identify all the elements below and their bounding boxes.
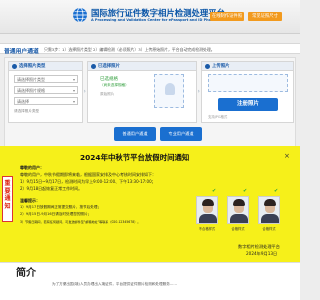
important-notice-tag[interactable]: 重要通知 <box>2 176 13 222</box>
intro-text: 为了方便出国(境)人员办理出入境证件，平台提供证件照片检测和处理服务…… <box>52 282 177 286</box>
channel-notice-bar: 普通用户通道 只需3步：1）选择照片类型 2）编辑检测（必须照片）3）上传原始照… <box>0 43 300 55</box>
notice-line: 尊敬的用户，中秋节假期即将来临，根据国家安排及中心考核时间安排如下： <box>20 172 156 177</box>
upload-header: 上传照片 <box>202 62 293 71</box>
photo-preview-frame <box>154 74 184 108</box>
shoulders-shape <box>199 214 217 223</box>
photo-sizes-button[interactable]: 常见证照尺寸 <box>248 12 282 21</box>
select-type-panel: 选择照片类型 请选择照片类型 请选择照片规格 请选择 请选择照片类型 <box>8 61 83 123</box>
notice-line: 2）9月15日-9月16日请及时处理您的照片； <box>20 212 92 216</box>
photo-type-select[interactable]: 请选择照片类型 <box>14 75 78 83</box>
hair-shape <box>202 199 214 206</box>
preview-panel: 已选择照片 已选规格 （尚未选择规格） 原始照片 <box>87 61 197 123</box>
select-type-header: 选择照片类型 <box>9 62 82 71</box>
person-placeholder-icon <box>165 83 175 95</box>
selected-spec-label: 已选规格 <box>100 77 118 82</box>
sample-photo-unqualified <box>196 196 218 224</box>
arrow-right-icon: › <box>197 88 200 95</box>
register-photo-button[interactable]: 注册照片 <box>218 98 278 111</box>
original-photo-label: 原始照片 <box>100 92 115 96</box>
upload-drop-area[interactable] <box>208 74 288 92</box>
preview-title: 已选择照片 <box>98 64 120 69</box>
notice-date: 2024年9月13日 <box>246 251 278 256</box>
check-mark-icon: ✔ <box>212 188 217 194</box>
notice-line: 1）9月15日~9月17日，检测时间为早上9:00-12:00、下午13:30-… <box>20 179 156 184</box>
select-type-title: 选择照片类型 <box>19 64 46 69</box>
intro-section <box>0 262 300 300</box>
shoulders-shape <box>230 214 248 223</box>
check-mark-icon: ✔ <box>243 188 248 194</box>
pro-user-channel-button[interactable]: 专业用户通道 <box>160 127 202 141</box>
sample-caption: 合格样式 <box>231 227 245 231</box>
online-photo-button[interactable]: 在线制作证件照 <box>210 12 244 21</box>
hair-shape <box>233 199 245 206</box>
step-icon <box>12 64 17 69</box>
notice-tips-heading: 温馨提示： <box>20 198 40 203</box>
select-hint: 请选择照片类型 <box>14 109 40 113</box>
notice-line: 1）9月17日放假期间正常提交照片，按节后处理； <box>20 205 102 209</box>
step-icon <box>205 64 210 69</box>
shoulders-shape <box>261 214 279 223</box>
sample-caption: 合格样式 <box>262 227 276 231</box>
sample-caption: 不合格样式 <box>198 227 216 231</box>
photo-sub-select[interactable]: 请选择 <box>14 97 78 105</box>
intro-title: 简介 <box>16 268 36 279</box>
notice-greeting: 尊敬的用户： <box>20 165 44 170</box>
upload-panel: 上传照片 注册照片 支持JPG格式 <box>201 61 294 123</box>
site-subtitle: A Processing and Validation Center for e… <box>91 18 218 22</box>
hair-shape <box>264 199 276 206</box>
channel-title: 普通用户通道 <box>4 49 39 55</box>
arrow-right-icon: › <box>83 88 86 95</box>
sample-photo-qualified <box>227 196 249 224</box>
close-icon[interactable]: × <box>284 152 290 160</box>
notice-title: 2024年中秋节平台放假时间通知 <box>80 153 190 162</box>
globe-logo-icon <box>73 7 87 23</box>
notice-line: 3）节假日期间，若有任何疑问，可发送邮件至"邮箱地址"等联系（020-12345… <box>20 220 141 224</box>
notice-signature: 数字相片检测处理平台 <box>238 244 280 249</box>
notice-line: 2）9月18日起恢复正常工作时间。 <box>20 186 83 191</box>
normal-user-channel-button[interactable]: 普通用户通道 <box>114 127 156 141</box>
photo-spec-select[interactable]: 请选择照片规格 <box>14 86 78 94</box>
check-mark-icon: ✔ <box>274 188 279 194</box>
site-header: 国际旅行证件数字相片检测处理平台 A Processing and Valida… <box>0 0 300 34</box>
sample-photo-qualified <box>258 196 280 224</box>
preview-header: 已选择照片 <box>88 62 196 71</box>
selected-spec-detail: （尚未选择规格） <box>100 83 129 87</box>
channel-instructions: 只需3步：1）选择照片类型 2）编辑检测（必须照片）3）上传原始照片，平台自动完… <box>44 47 215 52</box>
upload-title: 上传照片 <box>212 64 230 69</box>
upload-hint: 支持JPG格式 <box>208 115 228 119</box>
step-icon <box>91 64 96 69</box>
